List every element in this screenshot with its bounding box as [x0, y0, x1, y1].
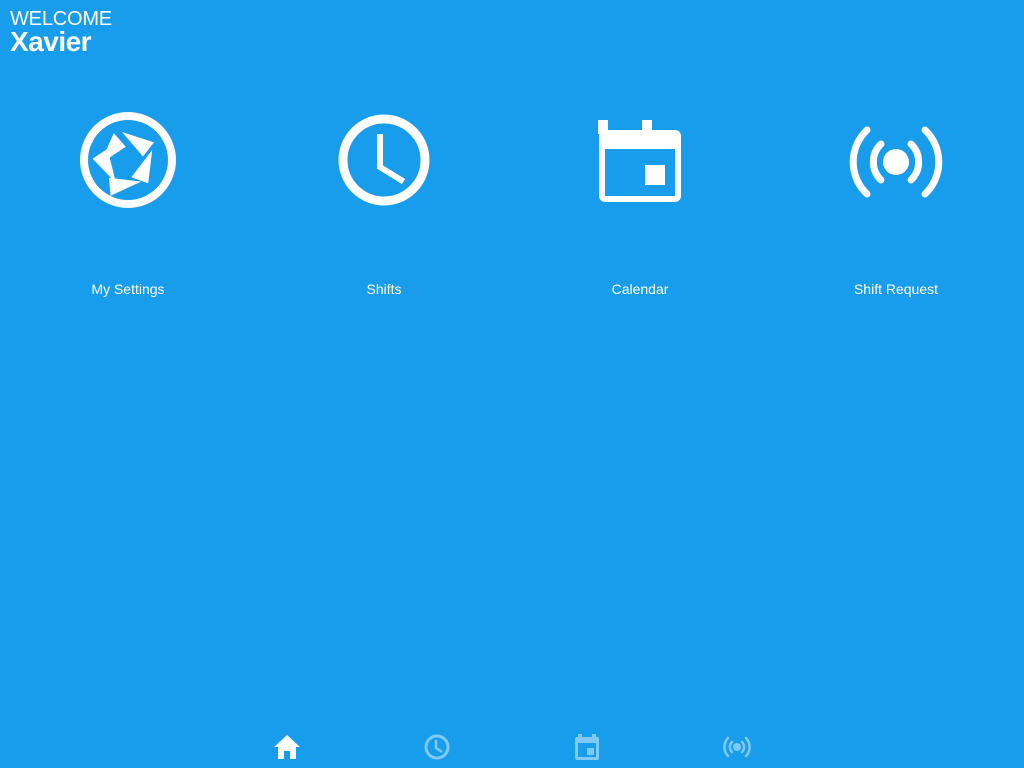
- tile-calendar[interactable]: Calendar: [512, 104, 768, 297]
- welcome-header: WELCOME Xavier: [10, 9, 112, 57]
- clock-icon: [424, 734, 450, 760]
- broadcast-icon: [849, 126, 943, 198]
- calendar-icon: [575, 734, 599, 760]
- home-screen: WELCOME Xavier My Settings Shifts Calend…: [0, 0, 1024, 768]
- broadcast-icon: [723, 736, 751, 758]
- bottom-tab-bar: [212, 726, 812, 768]
- clock-icon: [338, 114, 430, 206]
- tile-shift-request[interactable]: Shift Request: [768, 104, 1024, 297]
- tile-label: Calendar: [611, 281, 669, 297]
- user-name: Xavier: [10, 26, 92, 57]
- aperture-icon: [80, 112, 176, 208]
- calendar-icon: [598, 120, 681, 202]
- tile-my-settings[interactable]: My Settings: [0, 104, 256, 297]
- tile-shifts[interactable]: Shifts: [256, 104, 512, 297]
- tab-shifts[interactable]: [362, 726, 512, 768]
- tile-label: Shift Request: [853, 281, 939, 297]
- tab-shift-request[interactable]: [662, 726, 812, 768]
- tab-home[interactable]: [212, 726, 362, 768]
- tile-label: Shifts: [366, 281, 402, 297]
- tab-calendar[interactable]: [512, 726, 662, 768]
- menu-tiles: My Settings Shifts Calendar Shift Reques…: [0, 104, 1024, 297]
- home-icon: [274, 735, 300, 759]
- tile-label: My Settings: [91, 281, 165, 297]
